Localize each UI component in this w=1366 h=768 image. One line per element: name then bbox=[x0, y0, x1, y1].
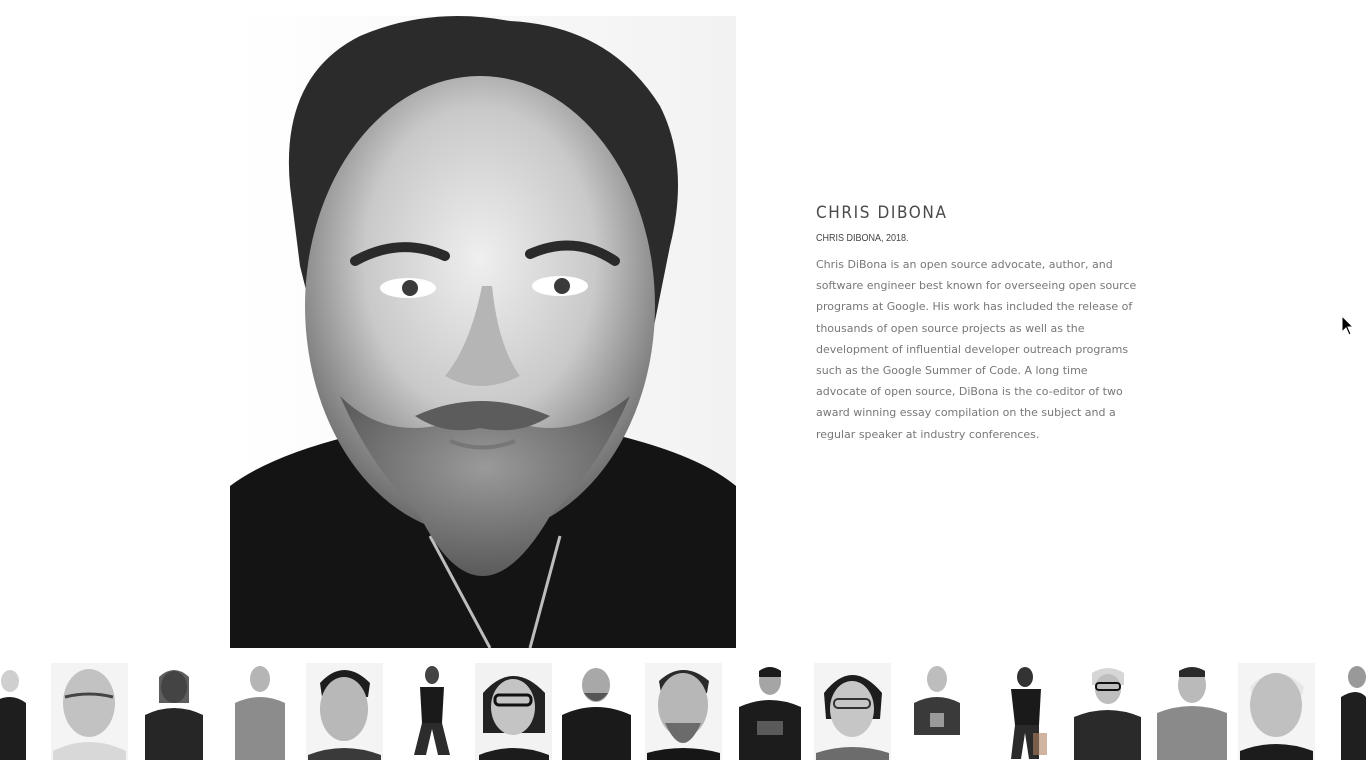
thumbnail-portrait[interactable] bbox=[1238, 663, 1315, 760]
thumbnail-portrait[interactable] bbox=[0, 663, 28, 760]
thumbnail-portrait[interactable] bbox=[1072, 663, 1143, 760]
person-biography: Chris DiBona is an open source advocate,… bbox=[816, 258, 1137, 441]
thumbnail-portrait[interactable] bbox=[645, 663, 722, 760]
thumbnail-portrait[interactable] bbox=[141, 663, 207, 760]
portrait-thumbnail-strip bbox=[0, 663, 1366, 768]
person-name: CHRIS DIBONA bbox=[816, 203, 948, 223]
mouse-cursor-icon bbox=[1341, 314, 1355, 337]
portrait-page: CHRIS DIBONA CHRIS DIBONA, 2018. Chris D… bbox=[0, 0, 1366, 768]
thumbnail-portrait[interactable] bbox=[1153, 663, 1231, 760]
thumbnail-portrait[interactable] bbox=[404, 663, 459, 760]
thumbnail-portrait[interactable] bbox=[814, 663, 891, 760]
thumbnail-portrait[interactable] bbox=[306, 663, 383, 760]
thumbnail-portrait[interactable] bbox=[51, 663, 128, 760]
thumbnail-portrait[interactable] bbox=[475, 663, 552, 760]
bio-panel: CHRIS DIBONA CHRIS DIBONA, 2018. Chris D… bbox=[816, 202, 1146, 445]
thumbnail-portrait[interactable] bbox=[908, 663, 966, 760]
main-portrait-photo bbox=[230, 16, 736, 648]
photo-caption: CHRIS DIBONA, 2018. bbox=[816, 233, 909, 244]
thumbnail-portrait[interactable] bbox=[560, 663, 633, 760]
thumbnail-portrait[interactable] bbox=[1335, 663, 1366, 760]
thumbnail-portrait[interactable] bbox=[227, 663, 293, 760]
thumbnail-portrait[interactable] bbox=[735, 663, 805, 760]
thumbnail-portrait[interactable] bbox=[995, 663, 1061, 760]
